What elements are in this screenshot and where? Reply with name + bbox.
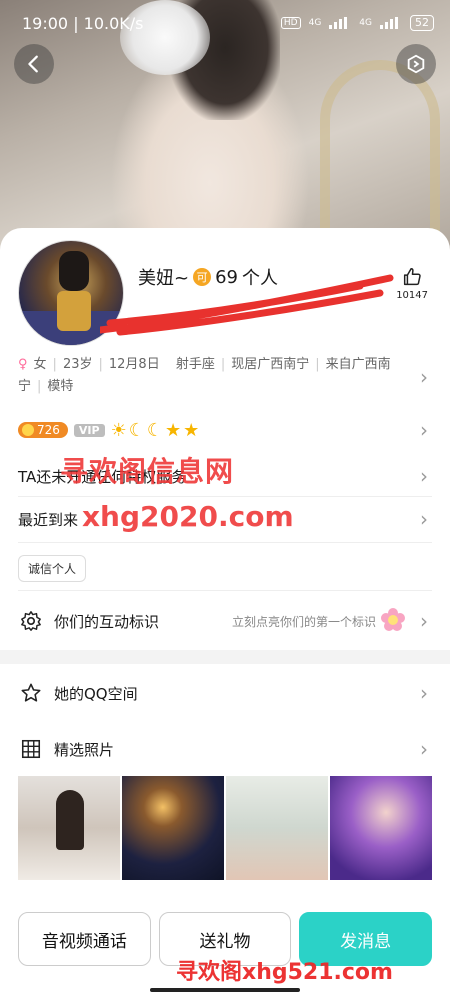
star-outline-icon	[18, 680, 44, 706]
photo-thumbnail-2[interactable]	[122, 776, 224, 880]
watermark-bottom: 寻欢阁xhg521.com	[176, 960, 393, 985]
sun-icon: ☀	[110, 419, 127, 441]
divider	[18, 542, 432, 543]
vip-badge: VIP	[73, 423, 105, 437]
level-badge: 726	[18, 422, 68, 438]
chevron-right-icon: ›	[420, 737, 428, 761]
more-button[interactable]	[396, 44, 436, 84]
trust-tag[interactable]: 诚信个人	[18, 555, 87, 582]
badges-row[interactable]: 726 VIP ☀ ☾ ☾ ★ ★ ›	[18, 418, 432, 442]
info-residence: 现居广西南宁	[231, 357, 310, 372]
profile-card: 美妞~ 可 69 个人 10147 ♀ 女 | 23岁 | 12月8日 射手座 | 现居广西南…	[0, 228, 450, 1000]
star-icon: ★	[165, 419, 182, 441]
flower-badge-icon	[381, 608, 405, 631]
back-arrow-icon	[28, 55, 38, 73]
chevron-right-icon: ›	[420, 681, 428, 705]
signal-label-2: 4G	[359, 18, 372, 28]
divider	[18, 590, 432, 591]
watermark-site-name: 寻欢阁信息网	[60, 455, 235, 488]
qq-space-row[interactable]: 她的QQ空间 ›	[18, 678, 432, 708]
watermark-url: xhg2020.com	[82, 500, 294, 533]
signal-icon-2	[380, 17, 402, 29]
hd-icon: HD	[280, 17, 301, 29]
qq-level-icons: ☀ ☾ ☾ ★ ★	[111, 420, 200, 441]
info-job: 模特	[47, 379, 74, 394]
battery-icon: 52	[410, 15, 434, 31]
chevron-right-icon: ›	[420, 365, 428, 389]
basic-info-row[interactable]: ♀ 女 | 23岁 | 12月8日 射手座 | 现居广西南宁 | 来自广西南宁 | 模特 ›	[18, 354, 432, 404]
divider	[18, 496, 432, 497]
interaction-mark-row[interactable]: 你们的互动标识 立刻点亮你们的第一个标识 ›	[18, 606, 432, 636]
moon-icon: ☾	[128, 419, 145, 441]
interaction-label: 你们的互动标识	[54, 612, 160, 631]
photos-label: 精选照片	[54, 740, 115, 759]
chevron-right-icon: ›	[420, 507, 428, 531]
female-icon: ♀	[18, 357, 28, 372]
photos-row[interactable]: 精选照片 ›	[18, 734, 432, 764]
chevron-right-icon: ›	[420, 418, 428, 442]
photo-thumbnail-3[interactable]	[226, 776, 328, 880]
redaction-scribble	[100, 274, 394, 336]
info-zodiac: 射手座	[175, 357, 215, 372]
info-gender: 女	[33, 357, 47, 372]
status-icons: HD 4G 4G 52	[280, 15, 434, 31]
coin-icon	[22, 424, 34, 436]
section-gap	[0, 650, 450, 664]
star-icon: ★	[183, 419, 200, 441]
recent-visit-text: 最近到来	[18, 510, 79, 529]
info-birthday: 12月8日	[108, 357, 160, 372]
status-bar: 19:00 | 10.0K/s HD 4G 4G 52	[0, 0, 450, 46]
level-value: 726	[37, 423, 60, 437]
chevron-right-icon: ›	[420, 464, 428, 488]
signal-label-1: 4G	[308, 18, 322, 28]
like-count: 10147	[396, 290, 428, 301]
chevron-right-icon: ›	[420, 609, 428, 633]
moon-icon: ☾	[146, 419, 163, 441]
interaction-hint: 立刻点亮你们的第一个标识	[231, 614, 376, 629]
grid-icon	[18, 736, 44, 762]
hexagon-settings-icon	[407, 54, 425, 74]
signal-icon-1	[329, 17, 351, 29]
status-time: 19:00 | 10.0K/s	[22, 13, 144, 33]
qq-space-label: 她的QQ空间	[54, 684, 138, 703]
like-button[interactable]: 10147	[396, 266, 428, 301]
thumbs-up-icon	[404, 268, 421, 286]
back-button[interactable]	[14, 44, 54, 84]
info-age: 23岁	[62, 357, 93, 372]
interaction-gear-icon	[18, 608, 44, 634]
video-call-button[interactable]: 音视频通话	[18, 912, 151, 966]
photo-thumbnail-1[interactable]	[18, 776, 120, 880]
photo-strip	[18, 776, 432, 880]
home-indicator	[150, 988, 300, 992]
photo-thumbnail-4[interactable]	[330, 776, 432, 880]
